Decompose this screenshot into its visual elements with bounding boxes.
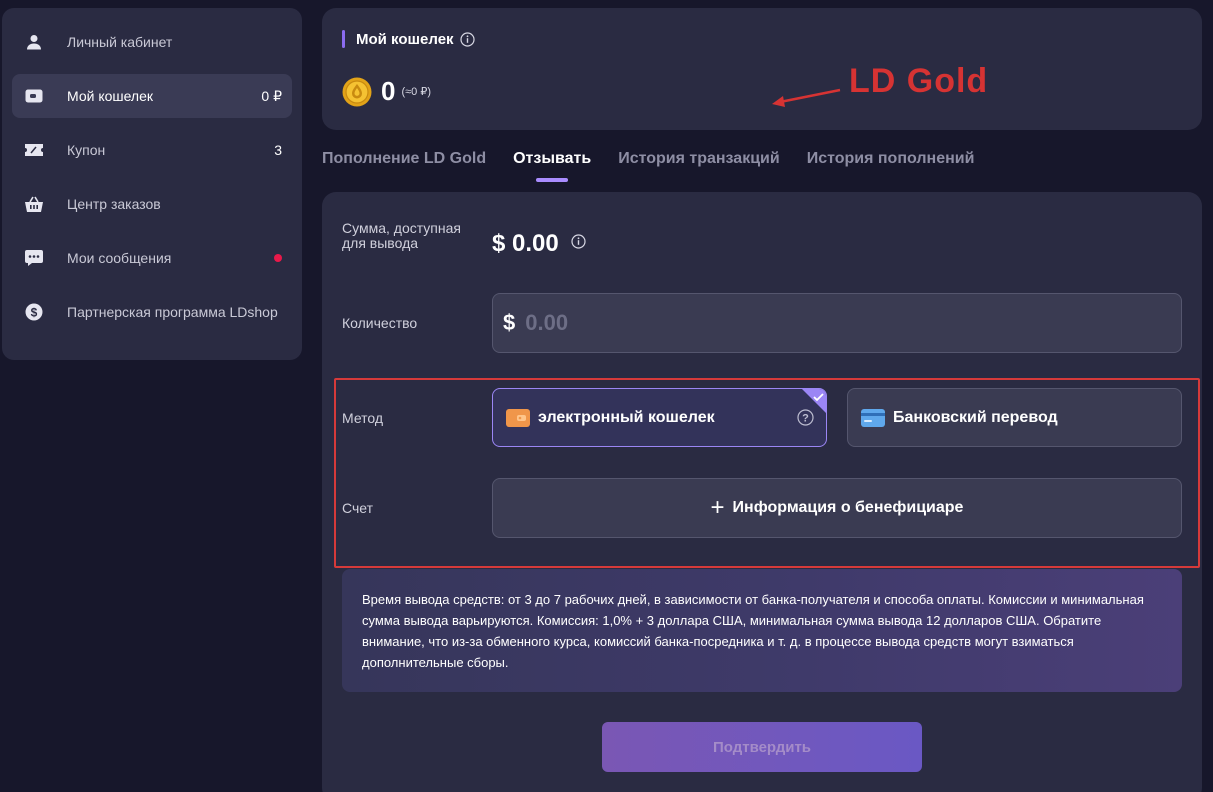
wallet-icon — [24, 86, 44, 106]
wallet-title: Мой кошелек — [356, 30, 454, 48]
available-value-row: $ 0.00 — [492, 230, 586, 258]
withdraw-form: Сумма, доступная для вывода $ 0.00 Колич… — [322, 192, 1202, 792]
amount-label: Количество — [342, 315, 418, 331]
available-label: Сумма, доступная для вывода — [342, 220, 461, 251]
tab-withdraw[interactable]: Отзывать — [513, 150, 591, 182]
coupon-count: 3 — [274, 142, 282, 158]
sidebar-item-label: Личный кабинет — [67, 34, 173, 50]
title-accent-bar — [342, 30, 345, 48]
sidebar-item-label: Купон — [67, 142, 106, 158]
user-icon — [24, 32, 44, 52]
add-beneficiary-button[interactable]: + Информация о бенефициаре — [492, 478, 1182, 538]
info-icon[interactable] — [459, 31, 475, 47]
sidebar-item-messages[interactable]: Мои сообщения — [12, 236, 292, 280]
amount-input[interactable] — [525, 310, 1126, 336]
dollar-icon: $ — [24, 302, 44, 322]
annotation-arrow-icon — [772, 88, 841, 107]
svg-text:$: $ — [31, 306, 38, 320]
plus-icon: + — [710, 494, 725, 521]
tab-topup[interactable]: Пополнение LD Gold — [322, 150, 486, 182]
method-label: Метод — [342, 410, 384, 426]
beneficiary-label: Информация о бенефициаре — [732, 499, 964, 516]
tab-transaction-history[interactable]: История транзакций — [618, 150, 780, 182]
ld-gold-coin-icon — [342, 77, 372, 107]
sidebar-item-coupon[interactable]: Купон 3 — [12, 128, 292, 172]
account-label: Счет — [342, 500, 373, 516]
wallet-header: Мой кошелек — [342, 30, 475, 48]
svg-text:?: ? — [802, 413, 809, 425]
currency-symbol: $ — [503, 310, 516, 335]
sidebar-item-wallet[interactable]: Мой кошелек 0 ₽ — [12, 74, 292, 118]
basket-icon — [24, 194, 44, 214]
sidebar-item-label: Партнерская программа LDshop — [67, 304, 278, 320]
amount-input-box[interactable]: $ — [492, 293, 1182, 353]
balance-row: 0 (≈0 ₽) — [342, 76, 431, 107]
message-icon — [24, 248, 44, 268]
coupon-icon — [24, 140, 44, 160]
method-bank-label: Банковский перевод — [893, 408, 1058, 426]
sidebar-item-profile[interactable]: Личный кабинет — [12, 20, 292, 64]
confirm-button[interactable]: Подтвердить — [602, 722, 922, 772]
sidebar-item-label: Центр заказов — [67, 196, 161, 212]
info-icon[interactable] — [571, 234, 586, 254]
ld-gold-balance: 0 — [381, 76, 396, 106]
wallet-tabs: Пополнение LD Gold Отзывать История тран… — [322, 150, 1001, 182]
sidebar-item-orders[interactable]: Центр заказов — [12, 182, 292, 226]
method-bank-button[interactable]: Банковский перевод — [847, 388, 1182, 447]
unread-dot — [274, 254, 282, 262]
available-amount: $ 0.00 — [492, 230, 559, 257]
selected-check-icon — [802, 389, 826, 413]
wallet-balance-count: 0 ₽ — [261, 87, 282, 104]
balance-rub-equivalent: (≈0 ₽) — [401, 86, 432, 98]
tab-topup-history[interactable]: История пополнений — [807, 150, 975, 182]
method-ewallet-label: электронный кошелек — [538, 408, 715, 426]
bank-card-icon — [861, 408, 885, 427]
sidebar-item-label: Мой кошелек — [67, 88, 154, 104]
ewallet-icon — [506, 408, 530, 427]
ld-gold-annotation: LD Gold — [849, 62, 989, 100]
withdraw-notice: Время вывода средств: от 3 до 7 рабочих … — [342, 569, 1182, 692]
sidebar: Личный кабинет Мой кошелек 0 ₽ Купон 3 Ц… — [2, 8, 302, 360]
sidebar-item-affiliate[interactable]: $ Партнерская программа LDshop — [12, 290, 292, 334]
sidebar-item-label: Мои сообщения — [67, 250, 172, 266]
method-ewallet-button[interactable]: электронный кошелек ? — [492, 388, 827, 447]
wallet-card: Мой кошелек 0 (≈0 ₽) LD Gold — [322, 8, 1202, 130]
